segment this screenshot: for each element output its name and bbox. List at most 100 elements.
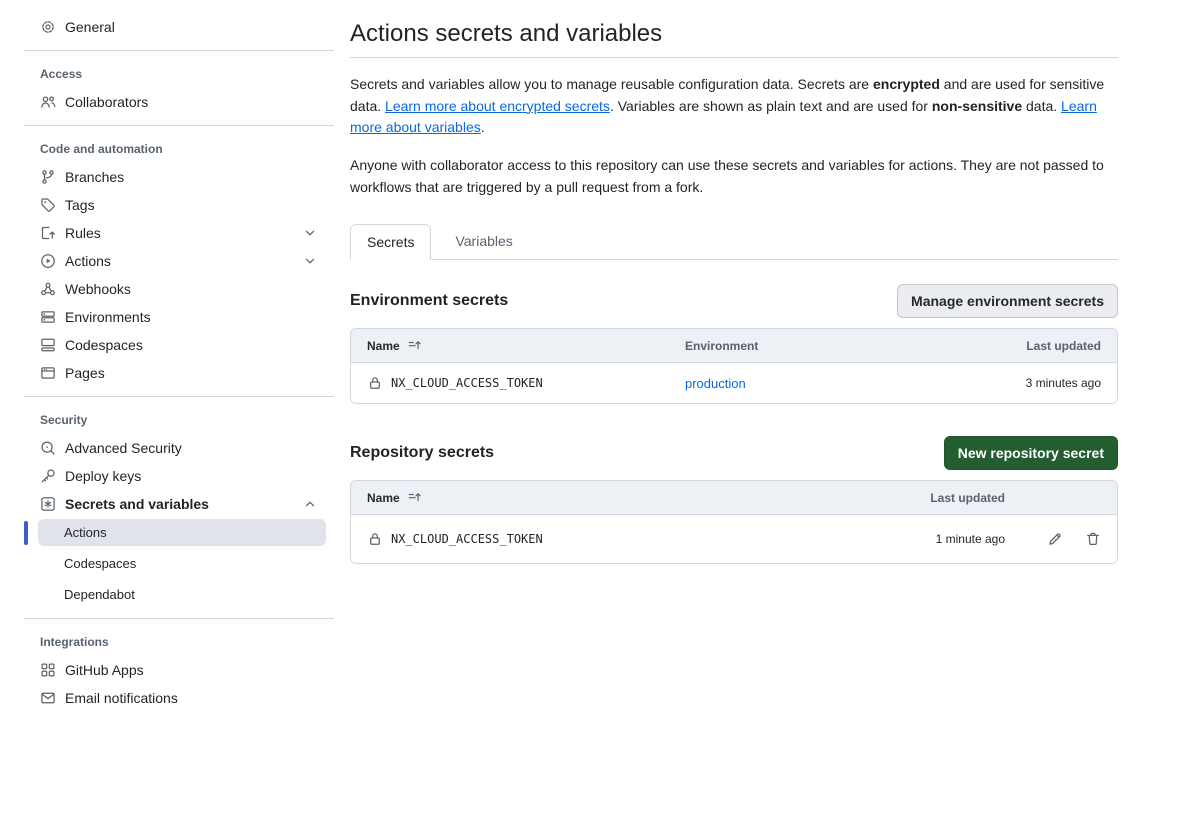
codespaces-icon xyxy=(40,337,56,353)
sidebar-item-label: Email notifications xyxy=(65,690,178,706)
lock-icon xyxy=(367,531,383,547)
divider xyxy=(24,125,334,126)
table-row: NX_CLOUD_ACCESS_TOKEN production 3 minut… xyxy=(351,362,1117,403)
manage-environment-secrets-button[interactable]: Manage environment secrets xyxy=(897,284,1118,318)
divider xyxy=(24,50,334,51)
sidebar-item-label: Branches xyxy=(65,169,124,185)
delete-secret-button[interactable] xyxy=(1085,531,1101,547)
sidebar-item-rules[interactable]: Rules xyxy=(0,220,334,246)
sidebar-subitem-label: Dependabot xyxy=(64,587,135,602)
server-icon xyxy=(40,309,56,325)
secret-name: NX_CLOUD_ACCESS_TOKEN xyxy=(391,376,543,390)
sidebar-item-secrets-and-variables[interactable]: Secrets and variables xyxy=(0,491,334,517)
column-header-name: Name xyxy=(367,491,400,505)
sidebar-item-environments[interactable]: Environments xyxy=(0,304,334,330)
chevron-up-icon xyxy=(302,496,318,512)
divider xyxy=(24,618,334,619)
sidebar-item-label: Tags xyxy=(65,197,95,213)
sidebar-item-deploy-keys[interactable]: Deploy keys xyxy=(0,463,334,489)
sidebar-subitem-actions[interactable]: Actions xyxy=(38,519,326,546)
codescan-icon xyxy=(40,440,56,456)
main-content: Actions secrets and variables Secrets an… xyxy=(350,0,1118,837)
sidebar-item-label: General xyxy=(65,19,115,35)
paragraph-text: . Variables are shown as plain text and … xyxy=(610,98,932,114)
paragraph-text: . xyxy=(481,119,485,135)
sidebar-item-label: Advanced Security xyxy=(65,440,182,456)
sidebar-item-actions[interactable]: Actions xyxy=(0,248,334,274)
environment-link[interactable]: production xyxy=(685,376,1026,391)
new-repository-secret-button[interactable]: New repository secret xyxy=(944,436,1118,470)
repository-secrets-header: Repository secrets New repository secret xyxy=(350,436,1118,470)
emphasized-text: non-sensitive xyxy=(932,98,1022,114)
sidebar-subitem-label: Codespaces xyxy=(64,556,136,571)
asterisk-box-icon xyxy=(40,496,56,512)
sort-ascending-icon[interactable] xyxy=(407,338,422,353)
table-row: NX_CLOUD_ACCESS_TOKEN 1 minute ago xyxy=(351,514,1117,563)
section-label-code-automation: Code and automation xyxy=(0,134,334,164)
section-label-integrations: Integrations xyxy=(0,627,334,657)
environment-secrets-table-header: Name Environment Last updated xyxy=(351,329,1117,362)
sidebar-item-tags[interactable]: Tags xyxy=(0,192,334,218)
column-header-environment: Environment xyxy=(685,339,1026,353)
secrets-variables-tabnav: Secrets Variables xyxy=(350,224,1118,260)
environment-secrets-header: Environment secrets Manage environment s… xyxy=(350,284,1118,318)
last-updated-value: 1 minute ago xyxy=(936,532,1005,546)
sidebar-item-label: Environments xyxy=(65,309,151,325)
chevron-down-icon xyxy=(302,225,318,241)
key-icon xyxy=(40,468,56,484)
sidebar-item-label: Collaborators xyxy=(65,94,148,110)
rules-icon xyxy=(40,225,56,241)
sidebar-item-label: Deploy keys xyxy=(65,468,141,484)
browser-icon xyxy=(40,365,56,381)
trash-icon xyxy=(1085,531,1101,547)
emphasized-text: encrypted xyxy=(873,76,940,92)
sidebar-item-collaborators[interactable]: Collaborators xyxy=(0,89,334,115)
repository-secrets-table-header: Name Last updated xyxy=(351,481,1117,514)
sidebar-item-label: GitHub Apps xyxy=(65,662,144,678)
edit-secret-button[interactable] xyxy=(1047,531,1063,547)
mail-icon xyxy=(40,690,56,706)
sidebar-item-label: Webhooks xyxy=(65,281,131,297)
sidebar-item-codespaces[interactable]: Codespaces xyxy=(0,332,334,358)
column-header-name: Name xyxy=(367,339,400,353)
learn-more-link[interactable]: Learn more about encrypted secrets xyxy=(385,98,610,114)
last-updated-value: 3 minutes ago xyxy=(1026,376,1101,390)
sidebar-item-label: Pages xyxy=(65,365,105,381)
sidebar-subitem-codespaces[interactable]: Codespaces xyxy=(38,550,326,577)
sidebar-item-label: Rules xyxy=(65,225,101,241)
sort-ascending-icon[interactable] xyxy=(407,490,422,505)
sidebar-item-label: Secrets and variables xyxy=(65,496,209,512)
section-label-security: Security xyxy=(0,405,334,435)
paragraph-text: data. xyxy=(1022,98,1061,114)
sidebar-item-general[interactable]: General xyxy=(0,14,334,40)
play-icon xyxy=(40,253,56,269)
sidebar-subitem-dependabot[interactable]: Dependabot xyxy=(38,581,326,608)
environment-secrets-title: Environment secrets xyxy=(350,292,508,310)
column-header-last-updated: Last updated xyxy=(1026,339,1101,353)
tag-icon xyxy=(40,197,56,213)
lock-icon xyxy=(367,375,383,391)
page-title: Actions secrets and variables xyxy=(350,20,1118,58)
git-branch-icon xyxy=(40,169,56,185)
people-icon xyxy=(40,94,56,110)
sidebar-item-github-apps[interactable]: GitHub Apps xyxy=(0,657,334,683)
settings-page: General Access Collaborators Code and au… xyxy=(0,0,1177,837)
divider xyxy=(24,396,334,397)
sidebar-item-pages[interactable]: Pages xyxy=(0,360,334,386)
column-header-last-updated: Last updated xyxy=(930,491,1005,505)
tab-variables[interactable]: Variables xyxy=(439,224,528,259)
sidebar-item-webhooks[interactable]: Webhooks xyxy=(0,276,334,302)
sidebar-item-email-notifications[interactable]: Email notifications xyxy=(0,685,334,711)
apps-grid-icon xyxy=(40,662,56,678)
sidebar-item-label: Actions xyxy=(65,253,111,269)
webhook-icon xyxy=(40,281,56,297)
sidebar-item-advanced-security[interactable]: Advanced Security xyxy=(0,435,334,461)
secret-name: NX_CLOUD_ACCESS_TOKEN xyxy=(391,532,543,546)
tab-secrets[interactable]: Secrets xyxy=(350,224,431,260)
sidebar-item-branches[interactable]: Branches xyxy=(0,164,334,190)
section-label-access: Access xyxy=(0,59,334,89)
pencil-icon xyxy=(1047,531,1063,547)
repository-secrets-table: Name Last updated NX_CLOUD_ACCESS_TOKEN xyxy=(350,480,1118,564)
repository-secrets-title: Repository secrets xyxy=(350,444,494,462)
settings-sidebar: General Access Collaborators Code and au… xyxy=(0,0,334,837)
